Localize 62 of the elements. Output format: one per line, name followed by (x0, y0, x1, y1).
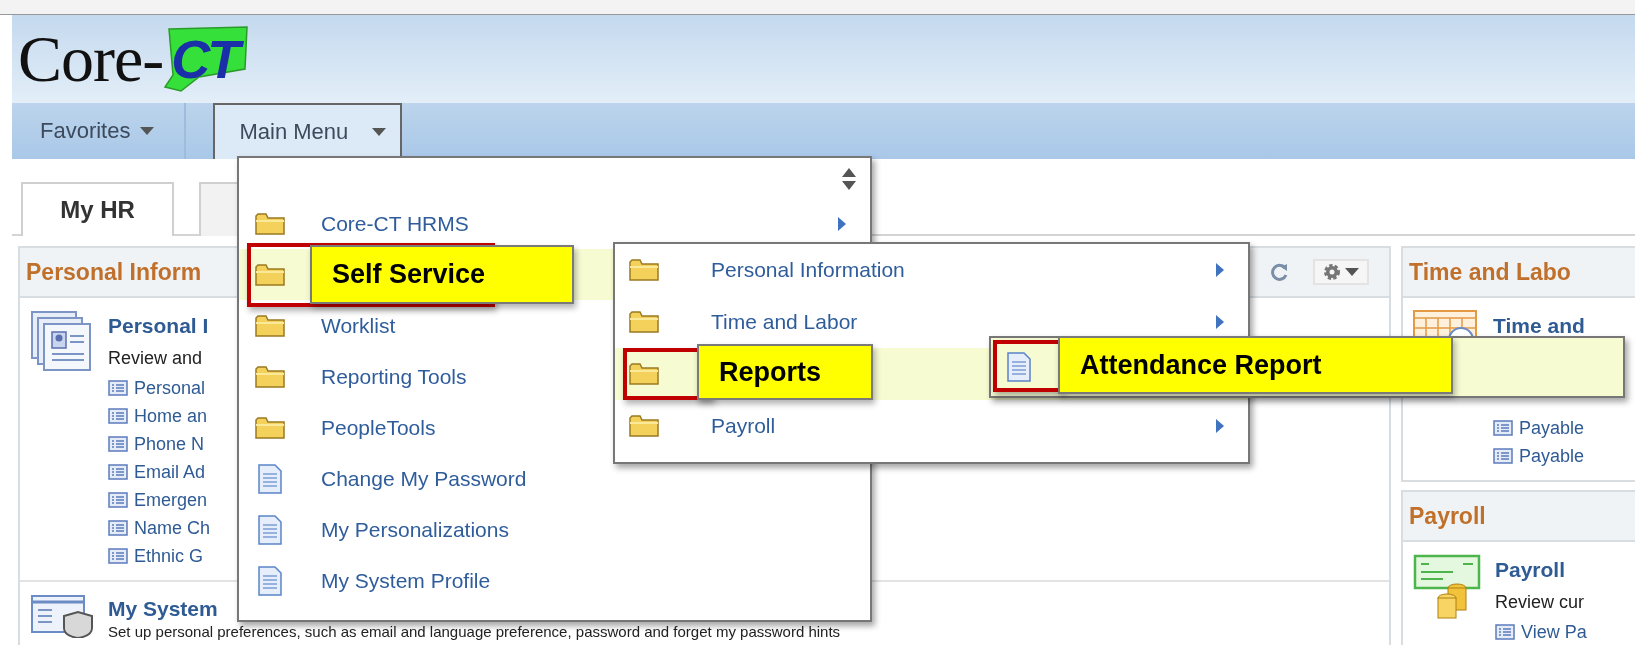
document-icon (258, 514, 282, 545)
menu-item[interactable]: My Personalizations (239, 504, 870, 555)
settings-dropdown[interactable] (1313, 259, 1369, 285)
menu-item[interactable]: Change My Password (239, 453, 870, 504)
folder-icon (629, 362, 659, 386)
section-description: Review and (108, 347, 204, 370)
folder-icon (255, 262, 285, 287)
callout-label: Attendance Report (1058, 336, 1453, 394)
folder-icon (629, 258, 659, 282)
list-page-icon (108, 380, 128, 396)
refresh-icon[interactable] (1269, 262, 1289, 282)
nav-menu-button[interactable]: Favorites (12, 103, 187, 159)
page-link[interactable]: Phone N (134, 433, 205, 455)
page-link[interactable]: Payable (1519, 445, 1585, 467)
page-link[interactable]: View Pa (1521, 621, 1587, 643)
folder-icon (255, 313, 285, 338)
caret-icon (1345, 268, 1359, 276)
caret-icon (140, 127, 155, 135)
list-page-icon (108, 548, 128, 564)
page-link[interactable]: Payable (1519, 417, 1585, 439)
page-link[interactable]: Name Ch (134, 517, 211, 539)
list-page-icon (1493, 420, 1513, 436)
page-link[interactable]: Home an (134, 405, 208, 427)
section-link[interactable]: Payroll (1495, 554, 1587, 586)
section-description: Review cur (1495, 591, 1586, 614)
nav-menu-button[interactable]: Main Menu (213, 103, 403, 159)
list-page-icon (108, 436, 128, 452)
folder-icon (255, 364, 285, 389)
page-link[interactable]: Emergen (134, 489, 208, 511)
list-page-icon (108, 464, 128, 480)
panel-title: Payroll (1409, 502, 1486, 530)
list-page-icon (108, 520, 128, 536)
document-icon (1007, 352, 1031, 382)
tab[interactable]: My HR (21, 182, 174, 236)
callout-label: Self Service (310, 245, 574, 304)
settings-shield-icon (30, 594, 94, 638)
section-link[interactable]: Personal I (108, 310, 211, 342)
menu-item[interactable]: Attendance Report (991, 338, 1623, 396)
list-page-icon (108, 408, 128, 424)
profile-card-icon (30, 310, 94, 372)
caret-icon (372, 128, 387, 136)
section-description: Set up personal preferences, such as email and language preference, password and forget my password hints (108, 624, 841, 640)
document-icon (258, 565, 282, 596)
page-link[interactable]: Personal (134, 377, 206, 399)
panel-title: Time and Labo (1409, 258, 1571, 286)
folder-icon (255, 415, 285, 440)
check-coins-icon (1413, 554, 1481, 620)
list-page-icon (1493, 448, 1513, 464)
page-link[interactable]: Email Ad (134, 461, 206, 483)
list-page-icon (108, 492, 128, 508)
document-icon (258, 463, 282, 494)
list-page-icon (1495, 624, 1515, 640)
menu-item[interactable]: My System Profile (239, 555, 870, 606)
menu-item[interactable]: Payroll (615, 400, 1248, 452)
panel-title: Personal Inform (26, 258, 202, 286)
folder-icon (255, 211, 285, 236)
scroll-arrows-icon[interactable] (842, 168, 856, 190)
folder-icon (629, 414, 659, 438)
settings-icon (1323, 263, 1341, 281)
folder-icon (629, 310, 659, 334)
callout-label: Reports (697, 344, 873, 400)
page-link[interactable]: Ethnic G (134, 545, 204, 567)
